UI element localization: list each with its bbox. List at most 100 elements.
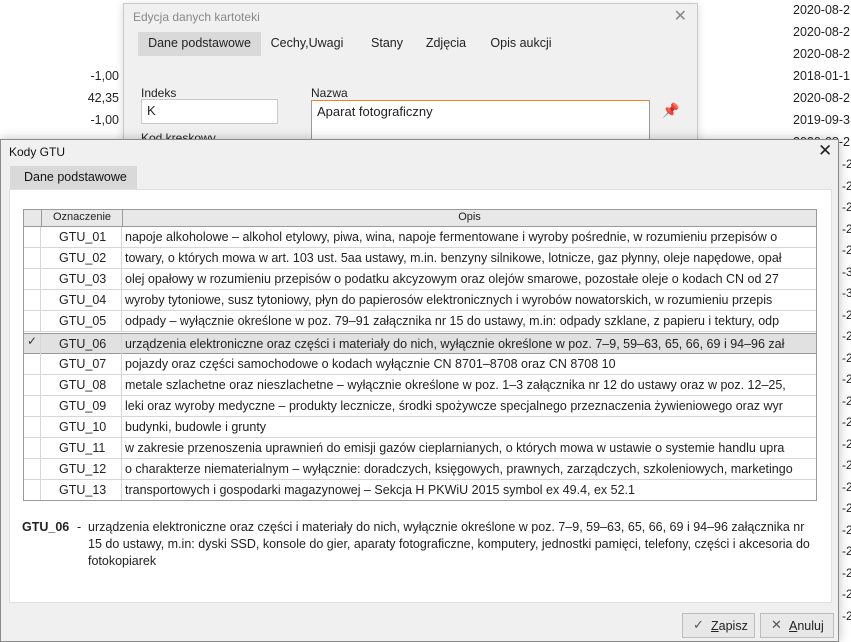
row-description: olej opałowy w rozumieniu przepisów o po… xyxy=(125,272,779,287)
row-description: wyroby tytoniowe, susz tytoniowy, płyn d… xyxy=(125,293,773,308)
row-description: pojazdy oraz części samochodowe o kodach… xyxy=(125,356,616,371)
detail-dash: - xyxy=(77,520,82,534)
close-icon[interactable]: ✕ xyxy=(818,141,832,161)
cancel-button[interactable]: ✕ Anuluj xyxy=(760,613,834,638)
row-indicator xyxy=(24,227,41,248)
index-field[interactable]: K xyxy=(141,99,278,124)
row-indicator xyxy=(24,248,41,270)
card-window-title: Edycja danych kartoteki xyxy=(133,10,260,24)
gtu-dialog: Kody GTU ✕ Dane podstawowe Oznaczenie Op… xyxy=(0,139,839,642)
table-row[interactable]: GTU_01 napoje alkoholowe – alkohol etylow… xyxy=(24,227,816,248)
column-header-code[interactable]: Oznaczenie xyxy=(42,211,122,223)
bg-right-text: -2 xyxy=(842,329,851,343)
bg-date: 2020-08-2 xyxy=(793,47,850,61)
name-field[interactable]: Aparat fotograficzny xyxy=(311,100,650,142)
save-button[interactable]: ✓ Zapisz xyxy=(682,613,755,638)
bg-right-text: -2 xyxy=(842,458,851,472)
detail-text: urządzenia elektroniczne oraz części i m… xyxy=(88,520,810,568)
table-row[interactable]: GTU_02 towary, o których mowa w art. 103 … xyxy=(24,248,816,270)
row-code: GTU_02 xyxy=(41,248,122,270)
row-description: budynki, budowle i grunty xyxy=(125,419,267,434)
row-code: GTU_01 xyxy=(41,227,122,248)
tab-auction[interactable]: Opis aukcji xyxy=(482,32,560,56)
row-indicator xyxy=(24,269,41,291)
row-indicator xyxy=(24,416,41,438)
row-description: urządzenia elektroniczne oraz części i m… xyxy=(125,336,785,351)
row-indicator xyxy=(24,311,41,333)
bg-date: 2020-08-2 xyxy=(793,25,850,39)
index-label: Indeks xyxy=(141,86,177,100)
row-description: napoje alkoholowe – alkohol etylowy, piw… xyxy=(125,230,778,244)
row-code: GTU_11 xyxy=(41,438,122,459)
row-indicator: ✓ xyxy=(24,333,41,355)
bg-date: 2020-08-2 xyxy=(793,91,850,105)
tab-stock[interactable]: Stany xyxy=(358,32,416,56)
row-code: GTU_04 xyxy=(41,290,122,312)
table-header: Oznaczenie Opis xyxy=(24,210,816,227)
table-row[interactable]: GTU_12 o charakterze niematerialnym – wył… xyxy=(24,459,816,481)
save-label: apisz xyxy=(718,619,748,633)
table-row[interactable]: GTU_10 budynki, budowle i grunty xyxy=(24,416,816,438)
bg-right-text: -2 xyxy=(842,501,851,515)
bg-right-text: -2 xyxy=(842,544,851,558)
bg-right-text: -2 xyxy=(842,436,851,451)
column-header-desc[interactable]: Opis xyxy=(123,211,816,223)
row-code: GTU_08 xyxy=(41,374,122,396)
table-row[interactable]: GTU_08 metale szlachetne oraz nieszlachet… xyxy=(24,374,816,396)
gtu-table[interactable]: Oznaczenie Opis GTU_01 napoje alkoholowe … xyxy=(23,209,817,501)
table-row[interactable]: GTU_11 w zakresie przenoszenia uprawnień … xyxy=(24,438,816,459)
name-label: Nazwa xyxy=(311,86,348,100)
cancel-label: nuluj xyxy=(797,619,824,633)
tab-basic-data[interactable]: Dane podstawowe xyxy=(10,166,137,190)
row-indicator xyxy=(24,459,41,481)
bg-right-text: -2 xyxy=(842,479,851,494)
row-description: metale szlachetne oraz nieszlachetne – w… xyxy=(125,377,786,392)
bg-right-text: -2 xyxy=(842,587,851,601)
row-description: leki oraz wyroby medyczne – produkty lec… xyxy=(125,398,783,413)
tab-features[interactable]: Cechy,Uwagi xyxy=(267,32,347,56)
detail-code: GTU_06 xyxy=(22,520,70,534)
row-description: transportowych i gospodarki magazynowej … xyxy=(125,483,635,498)
row-code: GTU_07 xyxy=(41,353,122,375)
row-description: w zakresie przenoszenia uprawnień do emi… xyxy=(125,441,785,455)
bg-number: -1,00 xyxy=(90,113,120,127)
table-row[interactable]: GTU_03 olej opałowy w rozumieniu przepisó… xyxy=(24,269,816,291)
save-hotkey: Z xyxy=(711,619,719,633)
table-row[interactable]: GTU_13 transportowych i gospodarki magazy… xyxy=(24,480,816,500)
bg-right-text: -2 xyxy=(842,178,851,193)
row-code: GTU_12 xyxy=(41,459,122,481)
table-row[interactable]: GTU_09 leki oraz wyroby medyczne – produk… xyxy=(24,395,816,417)
bg-right-text: -2 xyxy=(842,157,851,171)
table-row[interactable]: GTU_05 odpady – wyłącznie określone w poz… xyxy=(24,311,816,333)
row-code: GTU_10 xyxy=(41,416,122,438)
bg-right-text: -2 xyxy=(842,415,851,429)
bg-right-text: -3 xyxy=(842,264,851,279)
bg-right-text: -2 xyxy=(842,372,851,386)
row-indicator xyxy=(24,395,41,417)
bg-right-text: -2 xyxy=(842,608,851,623)
row-indicator xyxy=(24,438,41,459)
row-indicator xyxy=(24,374,41,396)
bg-right-text: -2 xyxy=(842,350,851,365)
tab-photos[interactable]: Zdjęcia xyxy=(418,32,474,56)
bg-right-text: -2 xyxy=(842,522,851,537)
row-code: GTU_09 xyxy=(41,395,122,417)
row-indicator xyxy=(24,480,41,500)
bg-right-text: -2 xyxy=(842,221,851,236)
bg-right-text: -2 xyxy=(842,565,851,580)
close-icon[interactable]: ✕ xyxy=(674,6,687,26)
table-row[interactable]: GTU_04 wyroby tytoniowe, susz tytoniowy, … xyxy=(24,290,816,312)
row-indicator xyxy=(24,353,41,375)
row-description: odpady – wyłącznie określone w poz. 79–9… xyxy=(125,314,780,329)
row-indicator xyxy=(24,290,41,312)
row-code: GTU_05 xyxy=(41,311,122,333)
table-row[interactable]: GTU_07 pojazdy oraz części samochodowe o … xyxy=(24,353,816,375)
close-icon: ✕ xyxy=(771,617,782,632)
check-icon: ✓ xyxy=(693,617,704,632)
row-description: o charakterze niematerialnym – wyłącznie… xyxy=(125,462,793,477)
bg-number: 42,35 xyxy=(87,91,119,105)
tab-basic-data[interactable]: Dane podstawowe xyxy=(138,32,261,56)
table-row[interactable]: ✓ GTU_06 urządzenia elektroniczne oraz czę… xyxy=(24,332,816,355)
dialog-panel: Oznaczenie Opis GTU_01 napoje alkoholowe … xyxy=(9,189,832,603)
pin-icon[interactable]: 📌 xyxy=(662,102,679,119)
